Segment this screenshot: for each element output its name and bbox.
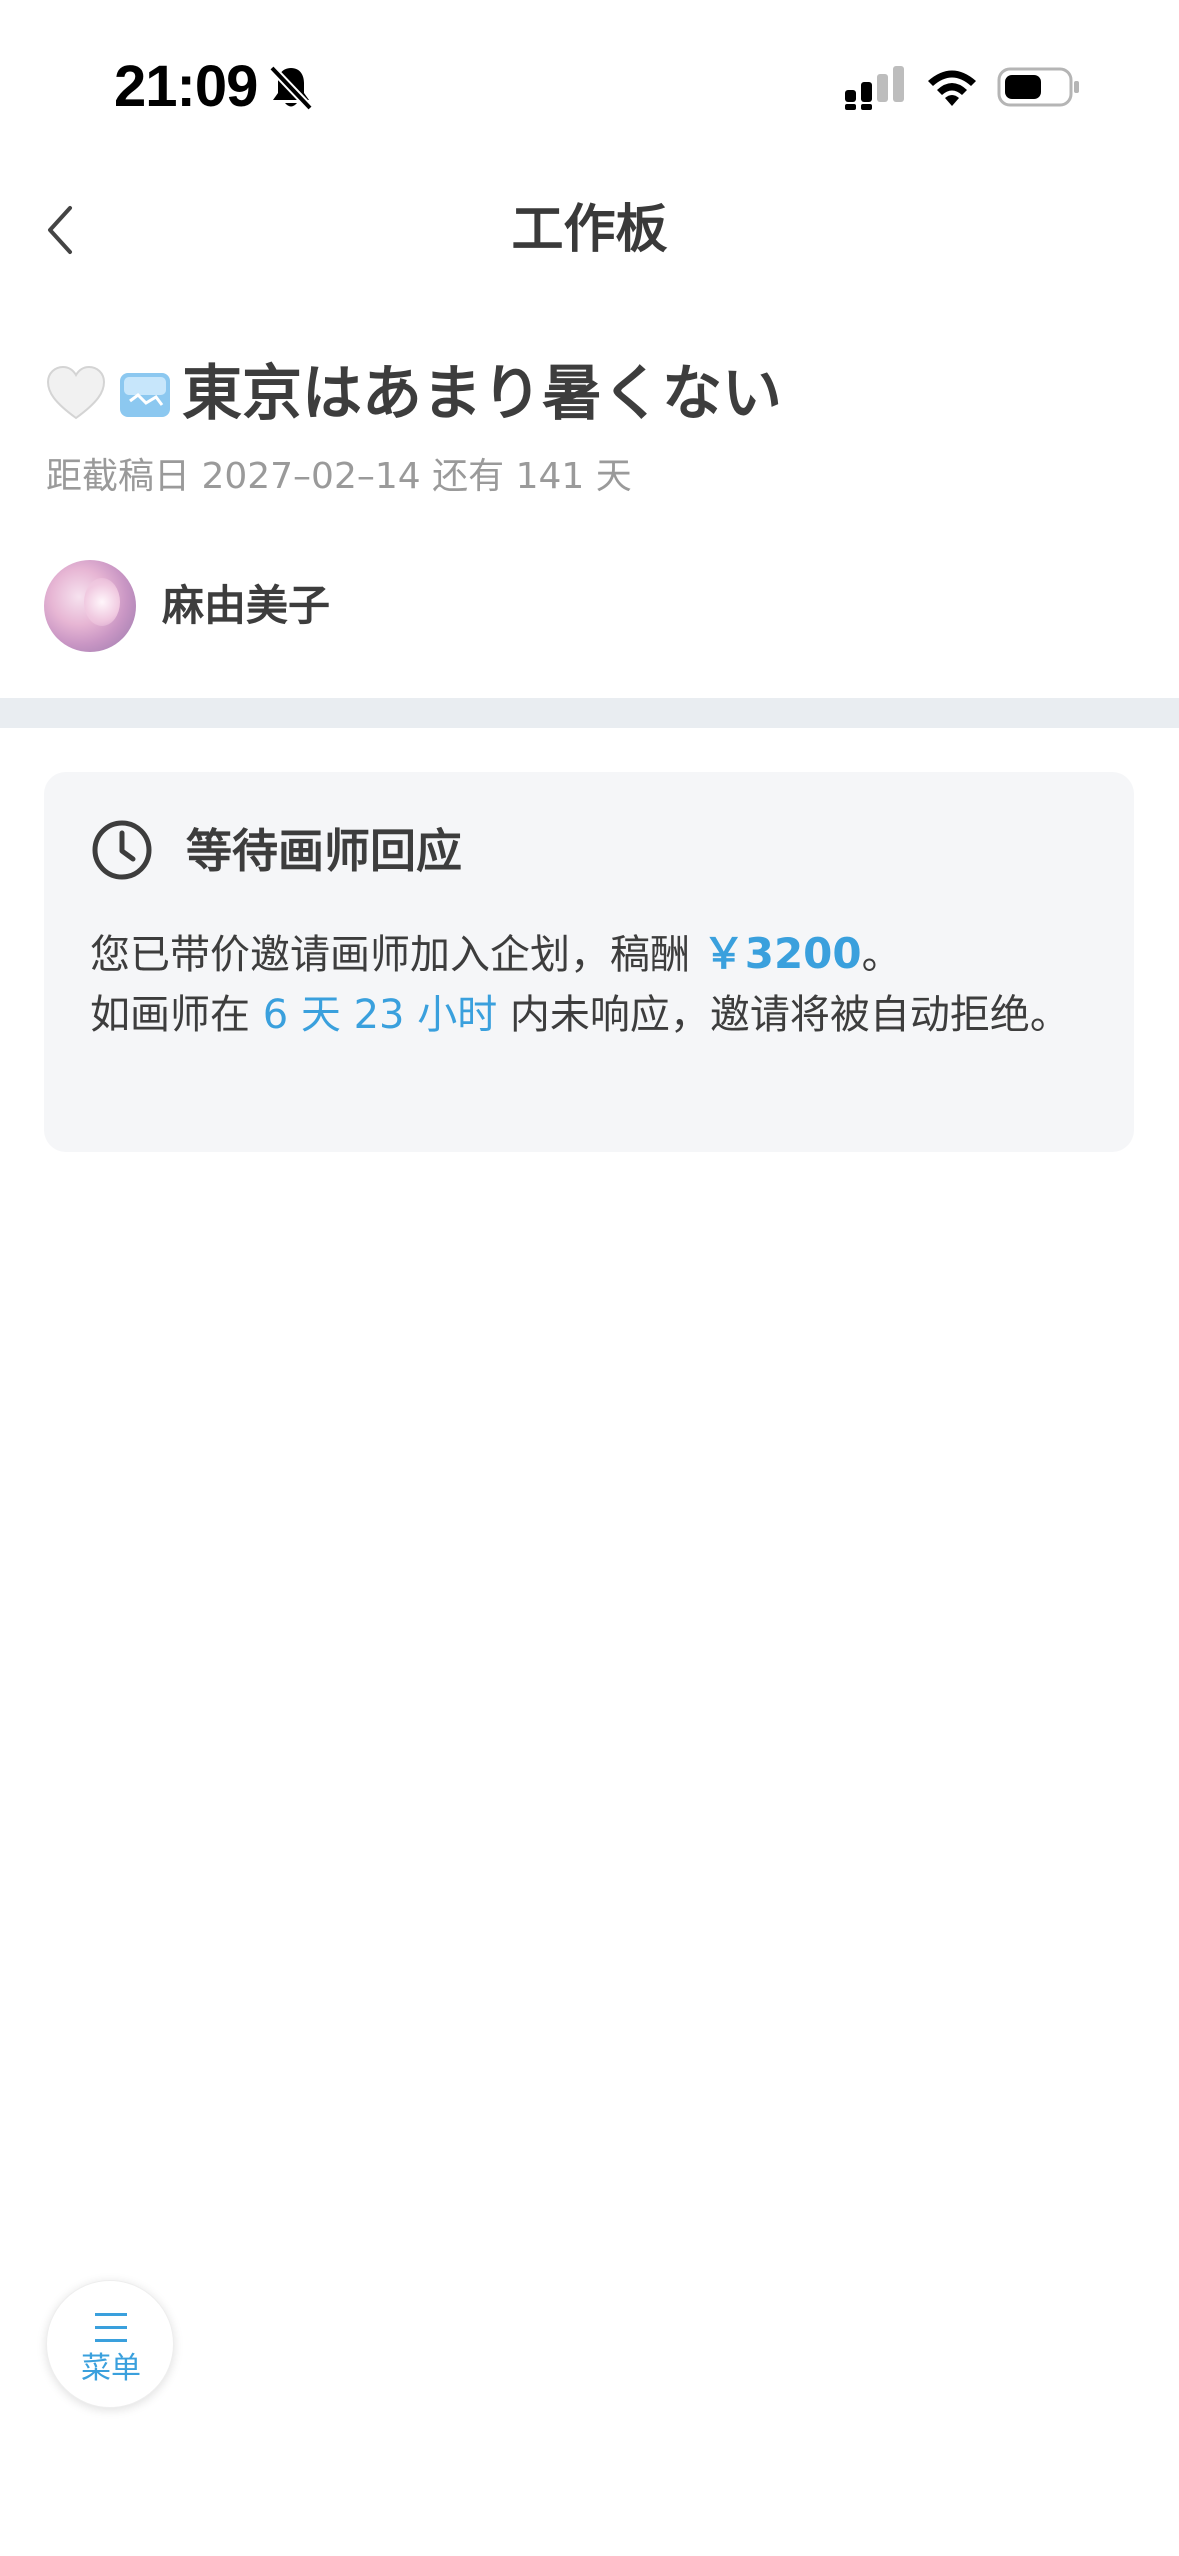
signal-icon (845, 66, 904, 110)
menu-label: 菜单 (81, 2351, 141, 2386)
owner-row[interactable]: 麻由美子 (44, 560, 330, 652)
deadline-text: 距截稿日 2027–02–14 还有 141 天 (46, 456, 632, 497)
workboard-page: 21:09 工作板 東京はあまり暑くない 距截稿日 2027–02–14 还有 … (0, 0, 1179, 2556)
clock-icon (92, 820, 152, 880)
wifi-icon (928, 70, 976, 106)
status-body: 您已带价邀请画师加入企划，稿酬 ￥3200。 如画师在 6 天 23 小时 内未… (90, 924, 1100, 1045)
owner-name: 麻由美子 (162, 581, 331, 630)
timeout-text: 如画师在 (90, 992, 263, 1038)
invite-text-end: 。 (861, 932, 902, 978)
timeout-text-end: 内未响应，邀请将被自动拒绝。 (497, 992, 1070, 1038)
avatar[interactable] (44, 560, 136, 652)
remaining-time: 6 天 23 小时 (262, 992, 498, 1038)
status-title: 等待画师回应 (186, 824, 462, 878)
battery-icon (997, 67, 1079, 107)
section-divider (0, 698, 1179, 728)
status-bar: 21:09 (0, 0, 1179, 150)
white-heart-icon (46, 365, 106, 420)
page-title: 工作板 (511, 200, 668, 260)
status-time: 21:09 (114, 54, 258, 119)
bell-off-icon (269, 65, 313, 111)
fee-amount: ￥3200 (702, 929, 862, 978)
invite-text: 您已带价邀请画师加入企划，稿酬 (90, 932, 703, 978)
project-title-row: 東京はあまり暑くない (44, 352, 782, 436)
status-card: 等待画师回应 您已带价邀请画师加入企划，稿酬 ￥3200。 如画师在 6 天 2… (44, 772, 1134, 1152)
menu-icon (95, 2313, 127, 2342)
nav-bar: 工作板 (0, 170, 1179, 290)
project-title: 東京はあまり暑くない (182, 359, 782, 429)
ice-cube-icon (120, 373, 170, 417)
menu-button[interactable]: 菜单 (46, 2280, 174, 2408)
